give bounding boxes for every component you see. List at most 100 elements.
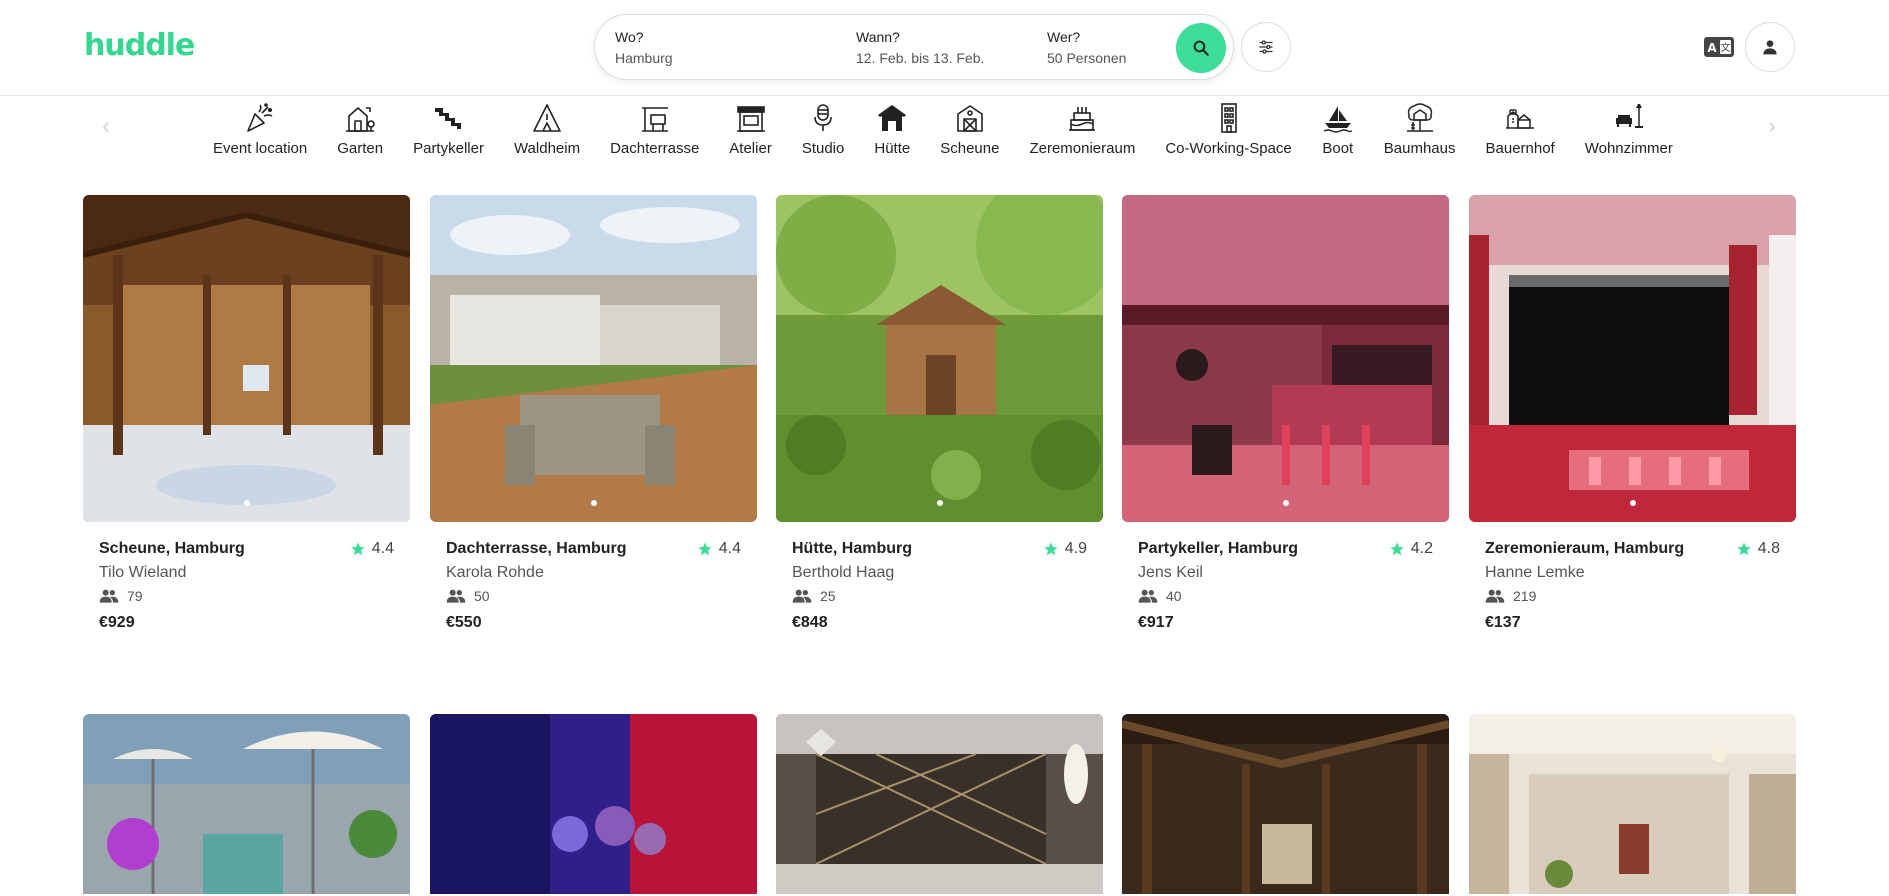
listing-photo[interactable]: [776, 195, 1103, 522]
people-icon: [792, 589, 812, 603]
listing-rating: 4.4: [697, 540, 741, 558]
category-studio[interactable]: Studio: [787, 102, 860, 157]
listing-card[interactable]: [1122, 714, 1449, 894]
search-who-field[interactable]: Wer? 50 Personen: [1047, 29, 1126, 66]
category-scroll-right-button[interactable]: ›: [1756, 110, 1788, 142]
listing-photo[interactable]: [1122, 195, 1449, 522]
search-where-label: Wo?: [615, 29, 644, 45]
category-event-location[interactable]: Event location: [198, 102, 322, 157]
star-icon: [1390, 542, 1404, 556]
category-label: Waldheim: [513, 140, 581, 157]
category-boot[interactable]: Boot: [1307, 102, 1369, 157]
beach-terrace-image: [83, 714, 410, 894]
listing-rating: 4.2: [1389, 540, 1433, 558]
category-label: Baumhaus: [1383, 140, 1456, 157]
user-menu-button[interactable]: [1745, 22, 1795, 72]
category-scheune[interactable]: Scheune: [925, 102, 1014, 157]
category-label: Wohnzimmer: [1584, 140, 1673, 157]
listing-photo[interactable]: [430, 714, 757, 894]
search-where-field[interactable]: Wo? Hamburg: [615, 29, 673, 66]
carousel-dot[interactable]: [1629, 500, 1636, 506]
carousel-dot[interactable]: [590, 500, 597, 506]
atelier-icon: [736, 106, 765, 132]
filter-button[interactable]: [1241, 22, 1291, 72]
listing-photo[interactable]: [1469, 714, 1796, 894]
category-scroll-left-button[interactable]: ‹: [90, 110, 122, 142]
carousel-dot[interactable]: [936, 500, 943, 506]
party-popper-icon: [247, 103, 273, 132]
listing-price: €848: [792, 614, 828, 631]
carousel-dot[interactable]: [1282, 500, 1289, 506]
listing-guests: 219: [1485, 588, 1780, 604]
listing-card[interactable]: Hütte, Hamburg 4.9 Berthold Haag 25 €848: [776, 195, 1103, 632]
search-when-field[interactable]: Wann? 12. Feb. bis 13. Feb.: [856, 29, 984, 66]
category-zeremonieraum[interactable]: Zeremonieraum: [1014, 102, 1150, 157]
listing-rating-value: 4.2: [1410, 540, 1433, 557]
listing-host: Hanne Lemke: [1485, 564, 1585, 581]
carousel-dot[interactable]: [243, 500, 250, 506]
listing-host: Jens Keil: [1138, 564, 1203, 581]
listing-card[interactable]: [1469, 714, 1796, 894]
hut-icon: [878, 105, 907, 131]
rooftop-terrace-image: [430, 195, 757, 522]
category-bar: ‹ Event location Garten Partykeller Wald…: [0, 96, 1889, 166]
listing-rating-value: 4.9: [1064, 540, 1087, 557]
category-waldheim[interactable]: Waldheim: [499, 102, 595, 157]
treehouse-icon: [1406, 103, 1433, 132]
listing-rating: 4.9: [1043, 540, 1087, 558]
category-co-working-space[interactable]: Co-Working-Space: [1150, 102, 1306, 157]
listing-price: €929: [99, 614, 135, 631]
category-list: Event location Garten Partykeller Waldhe…: [198, 102, 1688, 157]
category-partykeller[interactable]: Partykeller: [398, 102, 499, 157]
category-wohnzimmer[interactable]: Wohnzimmer: [1570, 102, 1688, 157]
search-where-value: Hamburg: [615, 50, 673, 66]
category-dachterrasse[interactable]: Dachterrasse: [595, 102, 714, 157]
listing-card[interactable]: [776, 714, 1103, 894]
listing-photo[interactable]: [776, 714, 1103, 894]
listing-photo[interactable]: [1469, 195, 1796, 522]
category-label: Atelier: [729, 140, 772, 157]
listing-info: Hütte, Hamburg 4.9 Berthold Haag 25 €848: [776, 540, 1103, 632]
listing-rating-value: 4.4: [718, 540, 741, 557]
search-bar[interactable]: Wo? Hamburg Wann? 12. Feb. bis 13. Feb. …: [594, 14, 1234, 80]
listing-card[interactable]: [83, 714, 410, 894]
listing-host: Karola Rohde: [446, 564, 544, 581]
disco-club-image: [430, 714, 757, 894]
search-button[interactable]: [1176, 23, 1226, 73]
listing-rating-value: 4.8: [1757, 540, 1780, 557]
search-who-value: 50 Personen: [1047, 50, 1127, 66]
category-huette[interactable]: Hütte: [859, 102, 925, 157]
category-label: Boot: [1322, 140, 1354, 157]
header: huddle Wo? Hamburg Wann? 12. Feb. bis 13…: [0, 0, 1889, 96]
listing-card[interactable]: Dachterrasse, Hamburg 4.4 Karola Rohde 5…: [430, 195, 757, 632]
listing-card[interactable]: [430, 714, 757, 894]
category-label: Dachterrasse: [610, 140, 700, 157]
listing-card[interactable]: Partykeller, Hamburg 4.2 Jens Keil 40 €9…: [1122, 195, 1449, 632]
listing-host: Berthold Haag: [792, 564, 895, 581]
listing-guests: 40: [1138, 588, 1433, 604]
huddle-logo[interactable]: huddle: [84, 28, 195, 63]
listing-card[interactable]: Zeremonieraum, Hamburg 4.8 Hanne Lemke 2…: [1469, 195, 1796, 632]
people-icon: [1485, 589, 1505, 603]
listing-photo[interactable]: [1122, 714, 1449, 894]
category-garten[interactable]: Garten: [322, 102, 398, 157]
listing-guests: 25: [792, 588, 1087, 604]
listing-photo[interactable]: [430, 195, 757, 522]
user-icon: [1763, 40, 1777, 55]
listing-card[interactable]: Scheune, Hamburg 4.4 Tilo Wieland 79 €92…: [83, 195, 410, 632]
language-button[interactable]: A 文: [1704, 36, 1734, 58]
category-baumhaus[interactable]: Baumhaus: [1369, 102, 1471, 157]
category-atelier[interactable]: Atelier: [714, 102, 787, 157]
category-label: Garten: [337, 140, 384, 157]
listing-price: €917: [1138, 614, 1174, 631]
listing-guests: 79: [99, 588, 394, 604]
svg-text:文: 文: [1721, 41, 1731, 54]
search-icon: [1193, 40, 1209, 56]
barn-interior-image: [83, 195, 410, 522]
wooden-hall-image: [1122, 714, 1449, 894]
category-bauernhof[interactable]: Bauernhof: [1471, 102, 1570, 157]
listing-photo[interactable]: [83, 714, 410, 894]
listing-photo[interactable]: [83, 195, 410, 522]
category-label: Co-Working-Space: [1165, 140, 1292, 157]
listing-rating: 4.8: [1736, 540, 1780, 558]
